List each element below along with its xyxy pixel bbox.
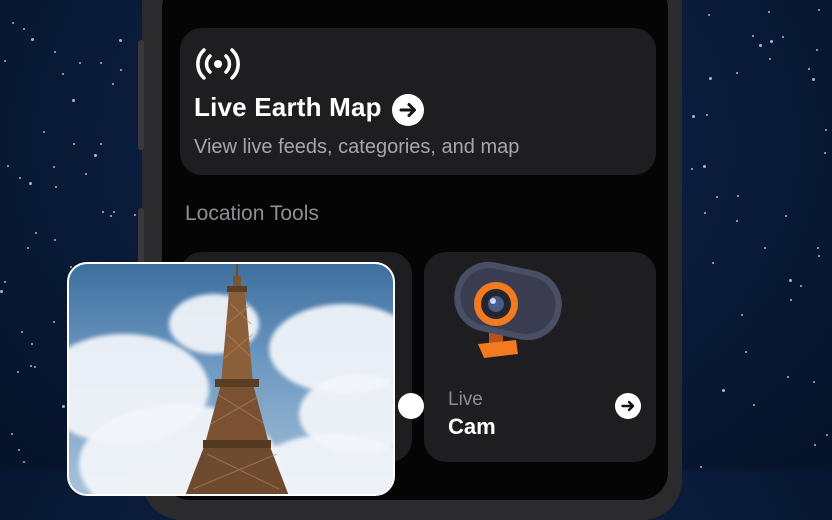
star [782, 35, 785, 38]
star [4, 59, 7, 62]
star [722, 388, 726, 392]
star [53, 320, 56, 323]
star [769, 39, 773, 43]
live-cam-card[interactable]: Live Cam [424, 252, 656, 462]
star [823, 152, 826, 155]
star [85, 173, 88, 176]
star [17, 449, 20, 452]
star [817, 9, 820, 11]
star [744, 351, 747, 354]
star [99, 142, 102, 145]
star [758, 43, 762, 47]
star [812, 78, 816, 82]
star [769, 57, 772, 60]
star [800, 285, 803, 288]
star [763, 246, 766, 249]
star [54, 238, 57, 241]
star [29, 182, 33, 186]
arrow-right-icon[interactable] [615, 393, 641, 419]
star [27, 246, 30, 249]
star [736, 71, 739, 74]
star [113, 210, 116, 213]
star [31, 38, 35, 42]
star [0, 289, 4, 293]
star [102, 211, 105, 214]
star [712, 262, 715, 265]
star [690, 168, 693, 171]
star [22, 28, 25, 31]
star [704, 212, 707, 215]
broadcast-icon [196, 48, 240, 80]
star [751, 35, 754, 38]
star [706, 114, 709, 117]
star [789, 278, 793, 282]
star [23, 461, 25, 464]
star [3, 280, 6, 283]
eiffel-tower-icon [185, 264, 289, 494]
star [709, 77, 713, 81]
star [816, 49, 819, 52]
star [19, 176, 22, 179]
star [79, 61, 82, 64]
star [825, 433, 828, 436]
star [118, 38, 122, 42]
star [814, 443, 817, 446]
star [71, 98, 75, 102]
star [62, 73, 65, 76]
star [33, 365, 36, 368]
star [700, 465, 703, 468]
star [808, 68, 811, 71]
star [716, 196, 719, 199]
star [133, 213, 136, 216]
star [110, 215, 113, 218]
star [741, 314, 744, 317]
star [93, 153, 97, 157]
star [112, 83, 115, 86]
star [12, 22, 15, 25]
star [62, 405, 66, 409]
star [813, 381, 816, 384]
star [735, 220, 738, 223]
star [54, 51, 57, 54]
live-earth-map-card[interactable]: Live Earth Map View live feeds, categori… [180, 28, 656, 175]
arrow-right-icon[interactable] [398, 393, 424, 419]
star [34, 232, 37, 235]
section-title-location-tools: Location Tools [185, 202, 319, 225]
star [53, 166, 56, 169]
star [55, 186, 58, 189]
star [767, 11, 770, 14]
arrow-right-icon[interactable] [392, 94, 424, 126]
live-cam-label-line2: Cam [448, 414, 496, 439]
star [10, 433, 13, 436]
star [752, 404, 755, 407]
star [16, 371, 19, 374]
star [818, 255, 821, 258]
star [816, 247, 819, 250]
star [6, 164, 9, 167]
star [119, 68, 122, 71]
star [73, 142, 76, 145]
star [702, 165, 706, 169]
eiffel-tower-photo [67, 262, 395, 496]
star [784, 214, 787, 217]
star [737, 194, 740, 197]
webcam-icon [454, 261, 562, 358]
star [825, 129, 828, 132]
star [787, 375, 790, 378]
live-earth-map-title: Live Earth Map [194, 92, 382, 122]
phone-side-button [138, 40, 144, 150]
star [100, 61, 103, 64]
star [20, 330, 23, 333]
star [790, 299, 793, 302]
live-earth-map-subtitle: View live feeds, categories, and map [194, 136, 520, 158]
star [708, 13, 711, 16]
star [31, 342, 34, 345]
live-cam-label-line1: Live [448, 389, 483, 410]
star [43, 130, 46, 133]
star [30, 365, 33, 368]
star [691, 114, 695, 118]
